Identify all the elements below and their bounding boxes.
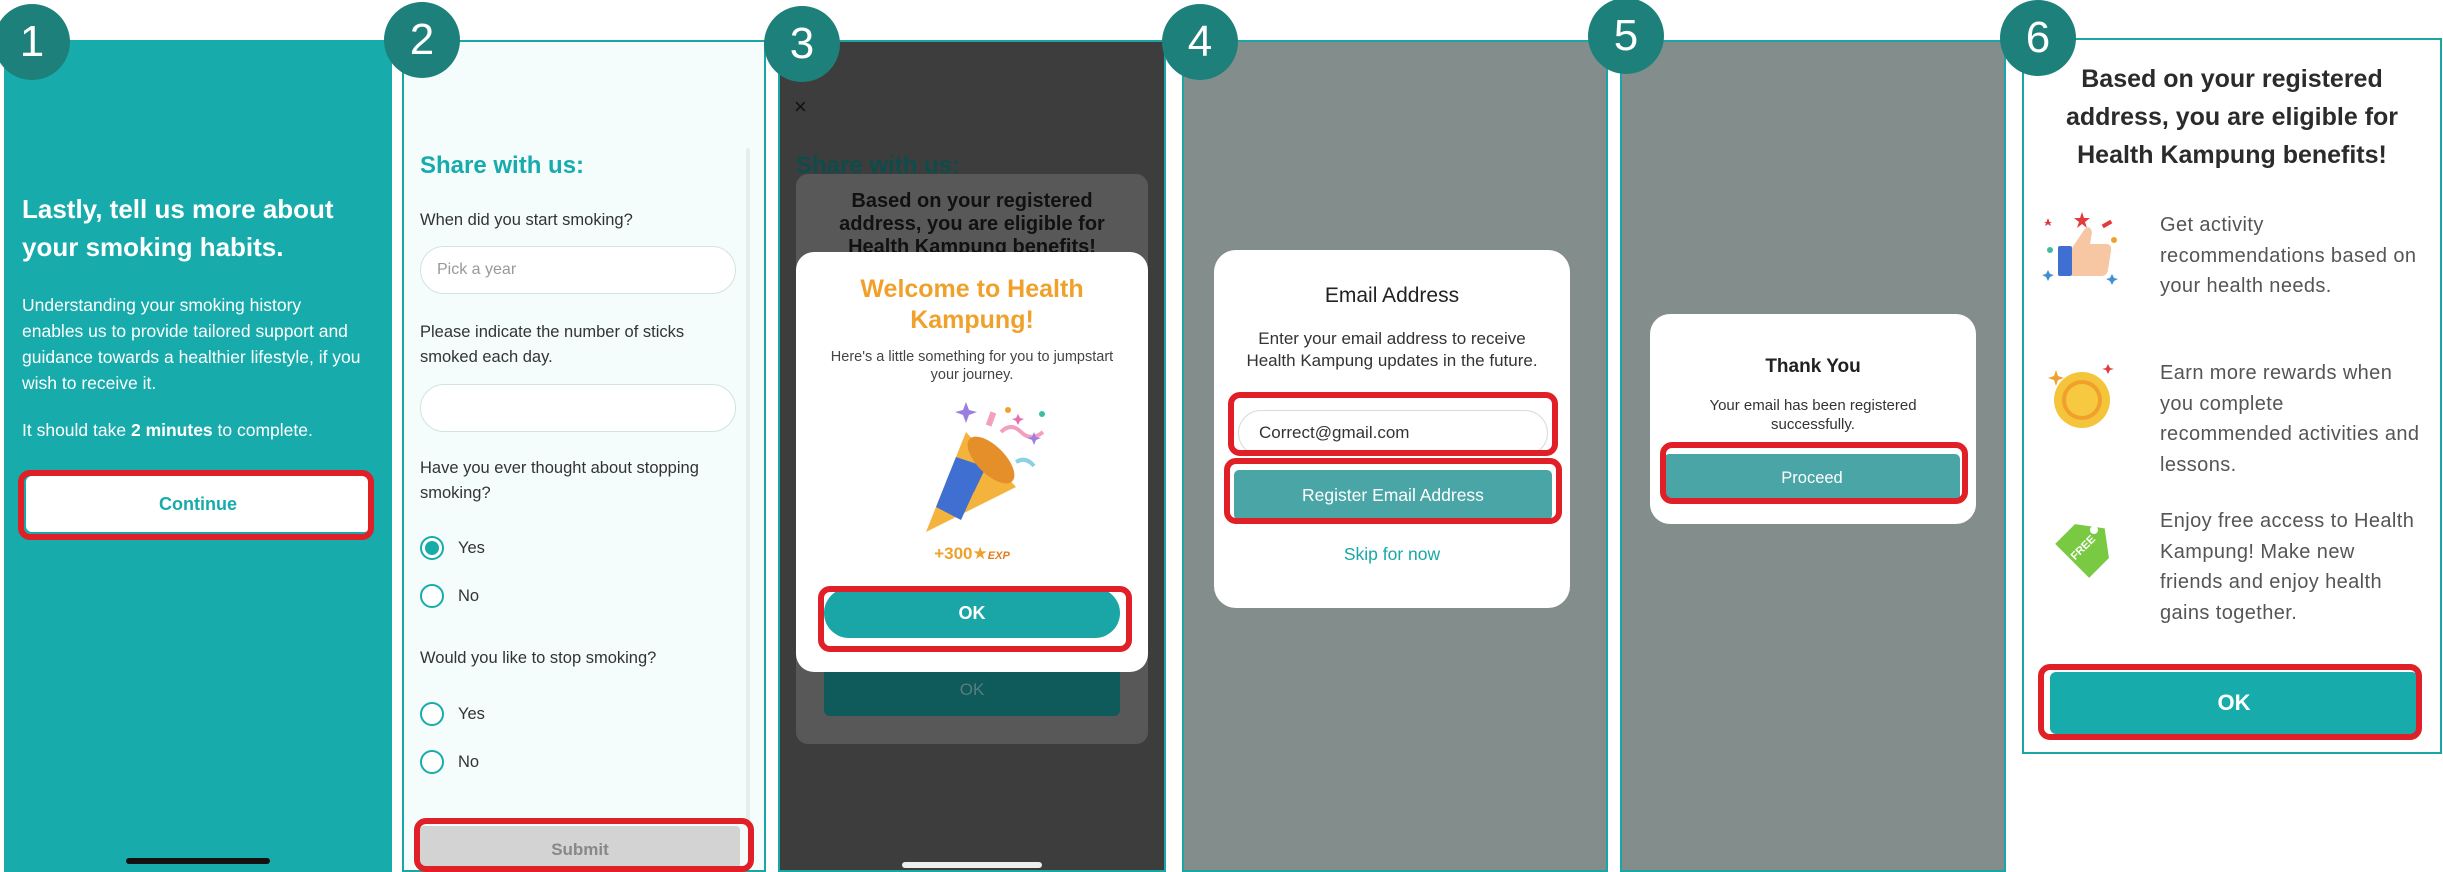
exp-reward: +300★EXP	[796, 544, 1148, 564]
intro-duration: It should take 2 minutes to complete.	[22, 420, 382, 441]
radio-label: No	[458, 586, 480, 605]
step-badge-5: 5	[1588, 0, 1664, 74]
step-badge-4: 4	[1162, 4, 1238, 80]
benefit-text: Get activity recommendations based on yo…	[2160, 214, 2417, 297]
highlight-register-button	[1224, 458, 1562, 524]
welcome-subtitle: Here's a little something for you to jum…	[830, 349, 1114, 383]
intro-title: Lastly, tell us more about your smoking …	[22, 194, 334, 262]
skip-for-now-link[interactable]: Skip for now	[1214, 544, 1570, 565]
thumbs-up-icon	[2042, 212, 2118, 285]
screen-welcome-modal: × Share with us: Based on your registere…	[778, 40, 1166, 872]
email-modal-title: Email Address	[1324, 284, 1460, 307]
highlight-submit	[414, 818, 754, 872]
question-sticks-per-day: Please indicate the number of sticks smo…	[420, 323, 685, 366]
highlight-continue	[18, 470, 374, 540]
exp-value: +300	[934, 544, 973, 563]
radio-thought-yes[interactable]: Yes	[420, 536, 485, 560]
close-icon[interactable]: ×	[794, 94, 807, 120]
thank-you-title: Thank You	[1765, 356, 1861, 377]
radio-indicator	[420, 702, 444, 726]
thank-you-message: Your email has been registered successfu…	[1709, 397, 1917, 433]
form-scrollbar[interactable]	[746, 148, 750, 828]
highlight-benefits-ok	[2038, 664, 2422, 740]
duration-prefix: It should take	[22, 420, 131, 440]
screen-benefits: Based on your registered address, you ar…	[2022, 38, 2442, 754]
home-indicator	[902, 862, 1042, 868]
radio-stop-yes[interactable]: Yes	[420, 702, 485, 726]
step-badge-2: 2	[384, 2, 460, 78]
step-badge-3: 3	[764, 6, 840, 82]
radio-indicator	[420, 584, 444, 608]
benefits-title: Based on your registered address, you ar…	[2065, 65, 2399, 169]
question-stop-smoking: Would you like to stop smoking?	[420, 649, 657, 667]
highlight-email-input	[1228, 392, 1558, 456]
question-start-year: When did you start smoking?	[420, 211, 633, 229]
radio-label: No	[458, 752, 480, 771]
radio-indicator	[420, 750, 444, 774]
year-picker[interactable]: Pick a year	[420, 246, 736, 294]
coin-icon	[2048, 364, 2114, 428]
screen-email-modal: Email Address Enter your email address t…	[1182, 40, 1608, 872]
email-modal-subtitle: Enter your email address to receive Heal…	[1246, 329, 1538, 370]
sticks-input[interactable]	[420, 384, 736, 432]
duration-suffix: to complete.	[212, 420, 313, 440]
radio-label: Yes	[458, 538, 485, 557]
radio-stop-no[interactable]: No	[420, 750, 479, 774]
duration-value: 2 minutes	[130, 420, 213, 440]
welcome-title: Welcome to Health Kampung!	[860, 275, 1084, 334]
highlight-welcome-ok	[818, 586, 1132, 652]
step-badge-6: 6	[2000, 0, 2076, 76]
free-tag-icon: FREE	[2055, 524, 2109, 578]
radio-thought-no[interactable]: No	[420, 584, 479, 608]
radio-label: Yes	[458, 704, 485, 723]
highlight-proceed	[1660, 442, 1968, 504]
radio-selected-indicator	[420, 536, 444, 560]
screen-smoking-intro: Lastly, tell us more about your smoking …	[4, 40, 392, 872]
question-thought-stopping: Have you ever thought about stopping smo…	[420, 459, 699, 502]
exp-unit: EXP	[987, 550, 1010, 562]
home-indicator	[126, 858, 270, 864]
party-popper-icon	[926, 402, 1045, 532]
background-benefits-title: Based on your registered address, you ar…	[839, 190, 1105, 258]
benefit-text: Enjoy free access to Health Kampung! Mak…	[2160, 510, 2415, 624]
form-heading: Share with us:	[420, 152, 585, 179]
onboarding-flow: 1 2 3 4 5 6 Lastly, tell us more about y…	[0, 0, 2443, 872]
benefit-text: Earn more rewards when you complete reco…	[2160, 362, 2420, 476]
star-icon: ★	[972, 544, 988, 563]
intro-body: Understanding your smoking history enabl…	[22, 295, 361, 393]
screen-smoking-form: Share with us: When did you start smokin…	[402, 40, 766, 872]
